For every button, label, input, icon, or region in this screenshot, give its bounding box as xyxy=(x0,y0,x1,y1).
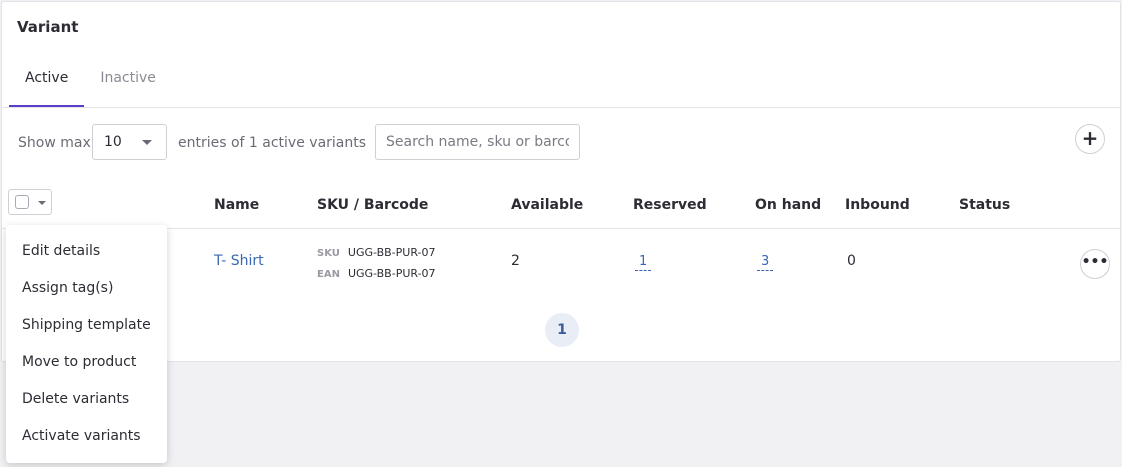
ean-line: EAN UGG-BB-PUR-07 xyxy=(317,265,436,281)
tab-inactive[interactable]: Inactive xyxy=(84,62,172,108)
entries-text: entries of 1 active variants xyxy=(178,135,367,151)
card-title: Variant xyxy=(17,18,79,36)
menu-item-edit-details[interactable]: Edit details xyxy=(22,243,100,259)
more-horizontal-icon: ••• xyxy=(1081,254,1109,270)
sku-value: UGG-BB-PUR-07 xyxy=(347,246,436,259)
search-input[interactable] xyxy=(375,124,580,160)
select-all-checkbox[interactable] xyxy=(15,195,29,209)
variant-card: Variant Active Inactive Show max. 10 ent… xyxy=(1,1,1122,362)
header-on-hand[interactable]: On hand xyxy=(755,197,821,213)
tab-bar: Active Inactive xyxy=(9,62,172,108)
reserved-link[interactable]: 1 xyxy=(635,254,652,271)
tabs-divider xyxy=(2,107,1122,108)
header-status[interactable]: Status xyxy=(959,197,1010,213)
available-value: 2 xyxy=(511,253,520,269)
tab-active[interactable]: Active xyxy=(9,62,85,108)
header-name[interactable]: Name xyxy=(214,197,259,213)
header-inbound[interactable]: Inbound xyxy=(845,197,910,213)
variant-name-link[interactable]: T- Shirt xyxy=(214,253,264,269)
header-divider xyxy=(2,228,1122,229)
plus-icon: + xyxy=(1081,126,1099,150)
chevron-down-icon xyxy=(38,201,46,205)
ean-value: UGG-BB-PUR-07 xyxy=(347,267,436,280)
sku-line: SKU UGG-BB-PUR-07 xyxy=(317,244,436,260)
on-hand-link[interactable]: 3 xyxy=(757,254,774,271)
menu-item-activate-variants[interactable]: Activate variants xyxy=(22,428,141,444)
bulk-actions-menu: Edit details Assign tag(s) Shipping temp… xyxy=(6,225,167,463)
sku-label: SKU xyxy=(317,248,340,259)
page-size-value: 10 xyxy=(104,134,122,150)
show-max-label: Show max. xyxy=(18,135,96,151)
row-actions-button[interactable]: ••• xyxy=(1080,249,1110,279)
add-variant-button[interactable]: + xyxy=(1075,124,1105,154)
menu-item-assign-tags[interactable]: Assign tag(s) xyxy=(22,280,113,296)
page-size-select[interactable]: 10 xyxy=(92,124,167,160)
header-sku-barcode[interactable]: SKU / Barcode xyxy=(317,197,428,213)
bulk-select-dropdown[interactable] xyxy=(8,189,52,215)
pagination-page-1[interactable]: 1 xyxy=(545,313,579,347)
header-reserved[interactable]: Reserved xyxy=(633,197,707,213)
menu-item-shipping-template[interactable]: Shipping template xyxy=(22,317,151,333)
header-available[interactable]: Available xyxy=(511,197,583,213)
inbound-value: 0 xyxy=(847,253,856,269)
menu-item-move-to-product[interactable]: Move to product xyxy=(22,354,136,370)
chevron-down-icon xyxy=(142,140,152,145)
menu-item-delete-variants[interactable]: Delete variants xyxy=(22,391,129,407)
ean-label: EAN xyxy=(317,269,340,280)
